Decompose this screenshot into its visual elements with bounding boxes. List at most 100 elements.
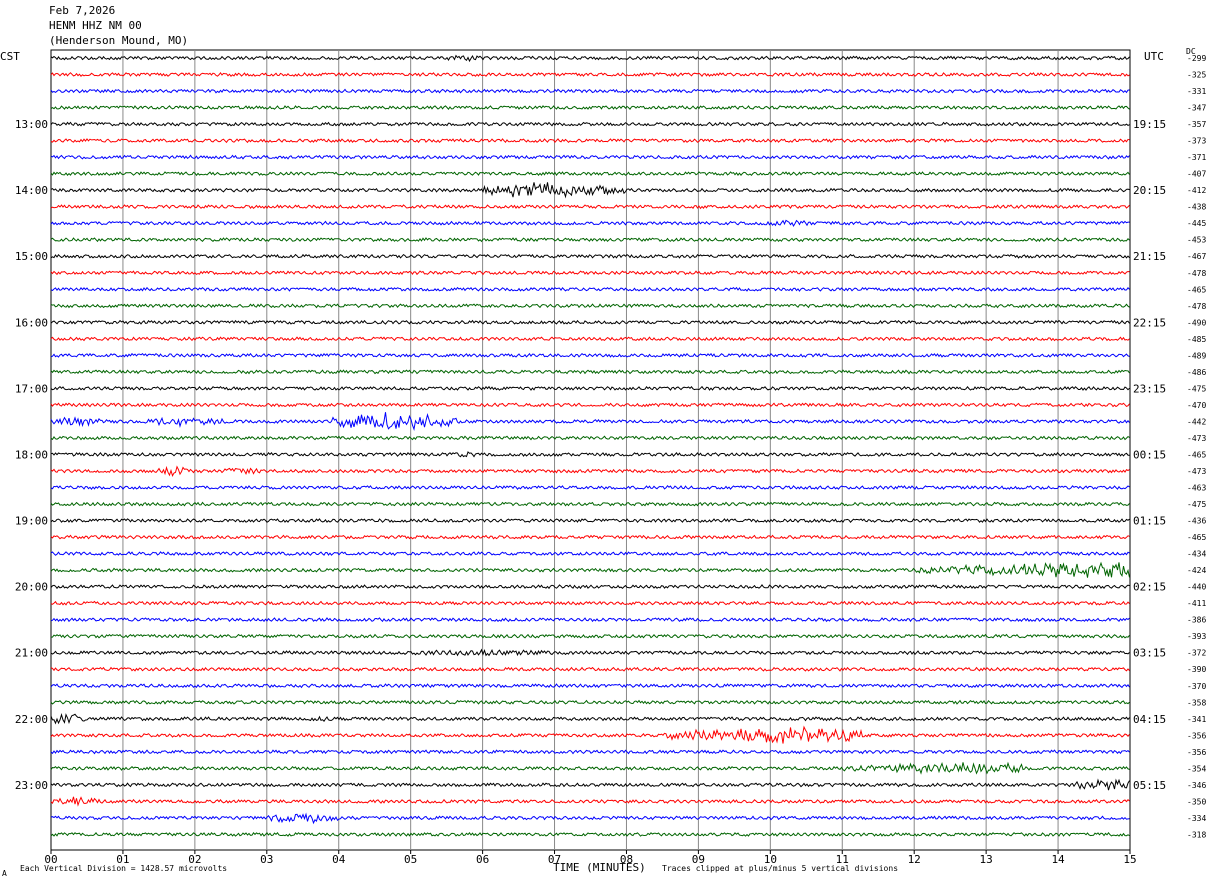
trace-line bbox=[50, 286, 1130, 292]
cst-hour-label: 19:00 bbox=[15, 515, 48, 528]
trace-line bbox=[50, 412, 1130, 431]
dc-offset-label: -354 bbox=[1187, 764, 1206, 773]
trace-line bbox=[50, 71, 1130, 78]
trace-line bbox=[50, 182, 1130, 199]
dc-offset-label: -346 bbox=[1187, 781, 1206, 790]
dc-offset-label: -465 bbox=[1187, 450, 1206, 459]
dc-offset-label: -390 bbox=[1187, 665, 1206, 674]
trace-line bbox=[50, 485, 1130, 491]
utc-hour-label: 01:15 bbox=[1133, 515, 1166, 528]
dc-offset-label: -357 bbox=[1187, 120, 1206, 129]
dc-offset-label: -386 bbox=[1187, 616, 1206, 625]
dc-offset-label: -475 bbox=[1187, 500, 1206, 509]
dc-offset-label: -465 bbox=[1187, 285, 1206, 294]
plot-frame bbox=[50, 49, 1131, 851]
trace-line bbox=[50, 600, 1130, 606]
dc-offset-label: -434 bbox=[1187, 550, 1206, 559]
dc-offset-label: -412 bbox=[1187, 186, 1206, 195]
dc-offset-label: -318 bbox=[1187, 830, 1206, 839]
x-tick-label: 04 bbox=[332, 853, 346, 866]
x-tick-label: 13 bbox=[980, 853, 993, 866]
utc-hour-label: 03:15 bbox=[1133, 647, 1166, 660]
cst-hour-label: 13:00 bbox=[15, 118, 48, 131]
dc-offset-label: -373 bbox=[1187, 137, 1206, 146]
trace-line bbox=[50, 699, 1130, 705]
dc-offset-label: -356 bbox=[1187, 748, 1206, 757]
cst-hour-label: 20:00 bbox=[15, 581, 48, 594]
dc-offset-label: -358 bbox=[1187, 698, 1206, 707]
utc-hour-label: 00:15 bbox=[1133, 448, 1166, 461]
dc-offset-label: -393 bbox=[1187, 632, 1206, 641]
trace-line bbox=[50, 154, 1130, 160]
trace-line bbox=[50, 725, 1130, 744]
dc-offset-label: -424 bbox=[1187, 566, 1206, 575]
trace-line bbox=[50, 138, 1130, 144]
dc-offset-label: -465 bbox=[1187, 533, 1206, 542]
dc-offset-label: -453 bbox=[1187, 236, 1206, 245]
helicorder-plot: 00 01 02 03 04 05 06 07 08 09 10 11 12 13 14 15-299-325… bbox=[15, 49, 1206, 866]
cst-hour-label: 23:00 bbox=[15, 779, 48, 792]
x-tick-label: 06 bbox=[476, 853, 489, 866]
utc-hour-label: 04:15 bbox=[1133, 713, 1166, 726]
utc-hour-label: 19:15 bbox=[1133, 118, 1166, 131]
trace-line bbox=[50, 303, 1130, 309]
trace-line bbox=[50, 237, 1130, 243]
x-tick-label: 05 bbox=[404, 853, 417, 866]
dc-offset-label: -356 bbox=[1187, 731, 1206, 740]
trace-line bbox=[50, 435, 1130, 441]
dc-offset-label: -445 bbox=[1187, 219, 1206, 228]
trace-line bbox=[50, 796, 1130, 807]
trace-line bbox=[50, 105, 1130, 111]
trace-line bbox=[50, 270, 1130, 276]
dc-offset-label: -334 bbox=[1187, 814, 1206, 823]
trace-line bbox=[50, 534, 1130, 540]
trace-line bbox=[50, 831, 1130, 837]
dc-offset-label: -341 bbox=[1187, 715, 1206, 724]
utc-hour-label: 23:15 bbox=[1133, 382, 1166, 395]
trace-line bbox=[50, 402, 1130, 408]
dc-offset-label: -331 bbox=[1187, 87, 1206, 96]
dc-offset-label: -370 bbox=[1187, 682, 1206, 691]
utc-hour-label: 05:15 bbox=[1133, 779, 1166, 792]
dc-offset-label: -347 bbox=[1187, 104, 1206, 113]
cst-hour-label: 16:00 bbox=[15, 316, 48, 329]
dc-offset-label: -325 bbox=[1187, 71, 1206, 80]
dc-offset-label: -485 bbox=[1187, 335, 1206, 344]
utc-hour-label: 02:15 bbox=[1133, 581, 1166, 594]
dc-offset-label: -470 bbox=[1187, 401, 1206, 410]
trace-line bbox=[50, 219, 1130, 228]
trace-line bbox=[50, 336, 1130, 342]
dc-offset-label: -478 bbox=[1187, 302, 1206, 311]
dc-offset-label: -473 bbox=[1187, 434, 1206, 443]
dc-offset-label: -490 bbox=[1187, 318, 1206, 327]
x-tick-label: 14 bbox=[1051, 853, 1065, 866]
trace-line bbox=[50, 761, 1130, 775]
cst-hour-label: 15:00 bbox=[15, 250, 48, 263]
dc-offset-label: -478 bbox=[1187, 269, 1206, 278]
dc-offset-label: -436 bbox=[1187, 517, 1206, 526]
dc-offset-label: -489 bbox=[1187, 351, 1206, 360]
trace-line bbox=[50, 171, 1130, 177]
dc-offset-label: -438 bbox=[1187, 203, 1206, 212]
scale-note: Each Vertical Division = 1428.57 microvo… bbox=[20, 864, 228, 873]
trace-line bbox=[50, 204, 1130, 210]
clip-note: Traces clipped at plus/minus 5 vertical … bbox=[662, 864, 899, 873]
corner-mark: A bbox=[2, 869, 7, 878]
trace-line bbox=[50, 812, 1130, 825]
trace-line bbox=[50, 551, 1130, 557]
trace-line bbox=[50, 518, 1130, 524]
x-tick-label: 12 bbox=[908, 853, 921, 866]
trace-line bbox=[50, 253, 1130, 259]
trace-line bbox=[50, 666, 1130, 672]
trace-line bbox=[50, 54, 1130, 63]
trace-line bbox=[50, 713, 1130, 725]
dc-offset-label: -407 bbox=[1187, 170, 1206, 179]
trace-line bbox=[50, 352, 1130, 358]
dc-offset-label: -440 bbox=[1187, 583, 1206, 592]
trace-line bbox=[50, 319, 1130, 325]
dc-offset-label: -350 bbox=[1187, 797, 1206, 806]
trace-line bbox=[50, 385, 1130, 391]
dc-offset-label: -463 bbox=[1187, 484, 1206, 493]
cst-hour-label: 21:00 bbox=[15, 647, 48, 660]
trace-line bbox=[50, 584, 1130, 590]
